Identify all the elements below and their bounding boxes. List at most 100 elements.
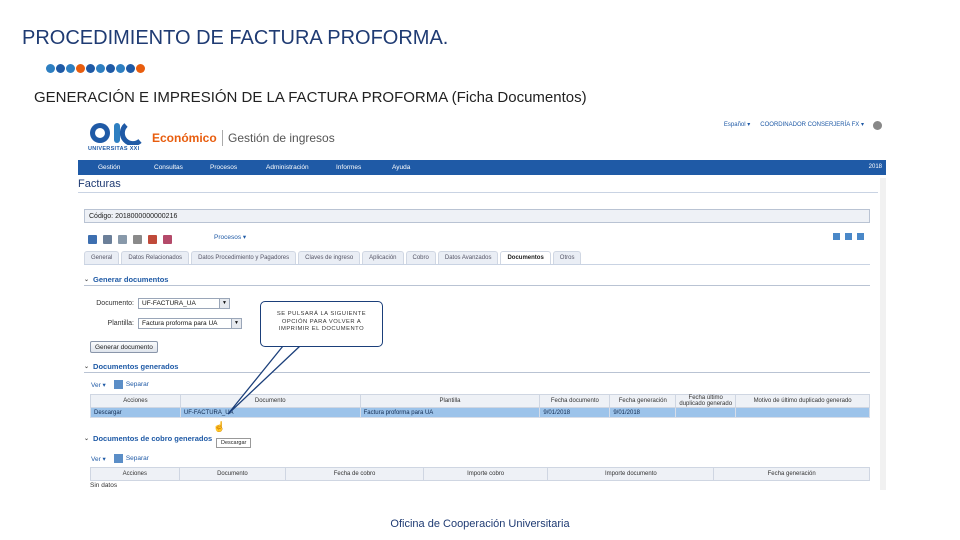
chevron-down-icon: ⌄ — [84, 277, 90, 283]
column-header[interactable]: Importe documento — [547, 467, 715, 481]
document-select-value: UF-FACTURA_UA — [142, 300, 196, 307]
collection-tools: Ver ▾ Separar — [91, 454, 149, 463]
separate-label: Separar — [125, 455, 149, 463]
tab-datos-procedimiento-y-pagadores[interactable]: Datos Procedimiento y Pagadores — [191, 251, 297, 264]
tab-documentos[interactable]: Documentos — [500, 251, 551, 264]
column-header[interactable]: Fecha generación — [609, 394, 677, 408]
hand-cursor-icon: ☝ — [213, 422, 226, 433]
separate-icon — [113, 454, 123, 463]
dot — [96, 64, 105, 73]
dot — [86, 64, 95, 73]
separate-label: Separar — [125, 381, 149, 389]
dot — [66, 64, 75, 73]
language-selector[interactable]: Español ▾ — [724, 121, 750, 128]
column-header[interactable]: Documento — [178, 467, 287, 481]
gear-icon[interactable] — [873, 121, 882, 130]
vertical-scrollbar[interactable] — [880, 178, 886, 490]
dot — [46, 64, 55, 73]
column-header[interactable]: Documento — [179, 394, 361, 408]
column-header[interactable]: Fecha generación — [713, 467, 870, 481]
tab-claves-de-ingreso[interactable]: Claves de ingreso — [298, 251, 361, 264]
tab-otros[interactable]: Otros — [552, 251, 582, 264]
save-close-icon[interactable] — [103, 234, 112, 244]
chevron-down-icon: ▼ — [219, 299, 229, 308]
user-menu[interactable]: COORDINADOR CONSERJERÍA FX ▾ — [760, 121, 864, 128]
document-select[interactable]: UF-FACTURA_UA ▼ — [138, 298, 230, 309]
menu-informes[interactable]: Informes — [336, 164, 392, 171]
record-toolbar — [88, 232, 172, 246]
print-icon[interactable] — [163, 234, 172, 244]
universitas-logo-icon — [90, 123, 142, 145]
divider — [84, 285, 870, 286]
main-menu: Gestión Consultas Procesos Administració… — [78, 160, 886, 175]
slide-subtitle: GENERACIÓN E IMPRESIÓN DE LA FACTURA PRO… — [34, 89, 587, 106]
attach-icon[interactable] — [133, 234, 142, 244]
column-header[interactable]: Acciones — [90, 467, 180, 481]
view-menu[interactable]: Ver ▾ — [91, 455, 106, 463]
dot — [106, 64, 115, 73]
download-action[interactable]: Descargar — [90, 407, 181, 418]
invoice-code: Código: 2018000000000216 — [84, 209, 870, 223]
chevron-down-icon: ⌄ — [84, 364, 90, 370]
generate-document-button[interactable]: Generar documento — [90, 341, 158, 353]
separate-button[interactable]: Separar — [113, 454, 149, 463]
tooltip: Descargar — [216, 438, 252, 448]
slide-title: PROCEDIMIENTO DE FACTURA PROFORMA. — [22, 27, 449, 49]
menu-administracion[interactable]: Administración — [266, 164, 336, 171]
template-select[interactable]: Factura proforma para UA ▼ — [138, 318, 242, 329]
template-label: Plantilla: — [107, 320, 134, 327]
menu-ayuda[interactable]: Ayuda — [392, 164, 448, 171]
column-header[interactable]: Fecha de cobro — [285, 467, 424, 481]
separate-button[interactable]: Separar — [113, 380, 149, 389]
menu-procesos[interactable]: Procesos — [210, 164, 266, 171]
tab-datos-relacionados[interactable]: Datos Relacionados — [121, 251, 190, 264]
dot — [136, 64, 145, 73]
column-header[interactable]: Fecha último duplicado generado — [675, 394, 737, 408]
template-select-value: Factura proforma para UA — [142, 320, 218, 327]
brand-divider — [222, 130, 223, 146]
section-generated[interactable]: ⌄ Documentos generados — [84, 362, 178, 371]
table-cell: UF-FACTURA_UA — [179, 407, 361, 418]
save-icon[interactable] — [88, 234, 97, 244]
table-cell — [735, 407, 870, 418]
separate-icon — [113, 380, 123, 389]
decorative-dots — [46, 64, 145, 73]
table-cell: Factura proforma para UA — [359, 407, 541, 418]
column-header[interactable]: Acciones — [90, 394, 181, 408]
table-cell — [675, 407, 737, 418]
process-menu[interactable]: Procesos ▾ — [214, 233, 246, 241]
section-collection[interactable]: ⌄ Documentos de cobro generados — [84, 434, 212, 443]
column-header[interactable]: Motivo de último duplicado generado — [735, 394, 870, 408]
generated-tools: Ver ▾ Separar — [91, 380, 149, 389]
tab-datos-avanzados[interactable]: Datos Avanzados — [437, 251, 499, 264]
table-row[interactable]: Descargar UF-FACTURA_UA Factura proforma p… — [90, 407, 870, 418]
column-header[interactable]: Importe cobro — [422, 467, 549, 481]
tab-aplicaci-n[interactable]: Aplicación — [362, 251, 404, 264]
divider — [84, 372, 870, 373]
menu-consultas[interactable]: Consultas — [154, 164, 210, 171]
section-generate[interactable]: ⌄ Generar documentos — [84, 275, 168, 284]
prev-icon[interactable] — [845, 233, 852, 240]
tab-cobro[interactable]: Cobro — [405, 251, 436, 264]
column-header[interactable]: Fecha documento — [539, 394, 611, 408]
chevron-down-icon: ⌄ — [84, 436, 90, 442]
brand-module: Económico — [152, 131, 217, 145]
callout-note: SE PULSARÁ LA SIGUIENTE OPCIÓN PARA VOLV… — [260, 301, 383, 347]
table-cell: 9/01/2018 — [609, 407, 677, 418]
menu-gestion[interactable]: Gestión — [98, 164, 154, 171]
section-generate-title: Generar documentos — [93, 275, 169, 284]
logo-text: UNIVERSITAS XXI — [88, 146, 140, 152]
column-header[interactable]: Plantilla — [359, 394, 541, 408]
record-tabs: General Datos Relacionados Datos Procedimi… — [84, 251, 582, 264]
next-icon[interactable] — [857, 233, 864, 240]
first-icon[interactable] — [833, 233, 840, 240]
page-title: Facturas — [78, 178, 121, 190]
tab-general[interactable]: General — [84, 251, 120, 264]
view-menu[interactable]: Ver ▾ — [91, 381, 106, 389]
table-cell: 9/01/2018 — [539, 407, 611, 418]
delete-icon[interactable] — [148, 234, 157, 244]
slide-footer: Oficina de Cooperación Universitaria — [390, 518, 570, 530]
undo-icon[interactable] — [118, 234, 127, 244]
section-generated-title: Documentos generados — [93, 362, 179, 371]
navigation-tools — [833, 233, 864, 240]
